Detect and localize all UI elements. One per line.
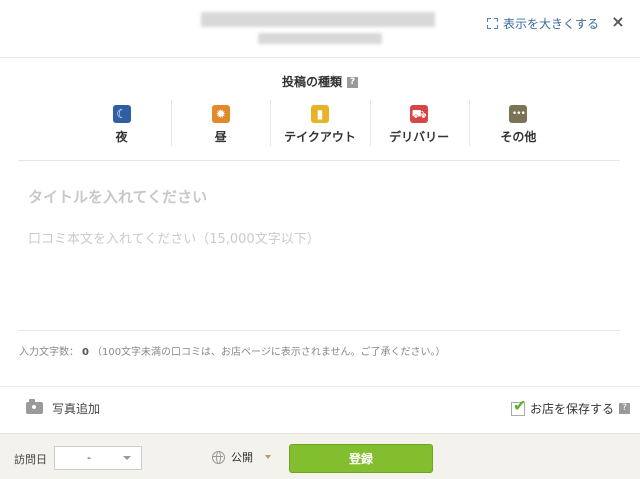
post-type-label: その他 <box>500 130 537 144</box>
save-store-label[interactable]: お店を保存する <box>530 400 614 417</box>
globe-icon <box>212 450 225 464</box>
add-photo-button[interactable]: 写真追加 <box>26 399 100 417</box>
chevron-down-icon <box>265 455 271 459</box>
save-store-checkbox[interactable]: ✔ <box>511 397 526 416</box>
blurred-store-name <box>201 12 435 27</box>
visit-date-label: 訪問日 <box>14 453 47 466</box>
post-type-title: 投稿の種類 <box>281 75 342 89</box>
expand-icon <box>487 17 498 29</box>
post-type-options: ☾ 夜 ✹ 昼 ▮ テイクアウト ⛟ デリバリー ••• その他 <box>72 98 568 150</box>
visibility-label: 公開 <box>231 451 253 464</box>
char-count-note: （100文字未満の口コミは、お店ページに表示されません。ご了承ください。） <box>91 347 446 358</box>
chevron-down-icon <box>123 456 131 460</box>
post-type-heading: 投稿の種類? <box>0 73 640 90</box>
post-type-label: デリバリー <box>389 130 450 144</box>
post-type-takeout[interactable]: ▮ テイクアウト <box>270 98 369 150</box>
visibility-dropdown[interactable]: 公開 <box>212 449 271 465</box>
delivery-icon: ⛟ <box>410 105 429 123</box>
review-title-input[interactable] <box>18 182 620 212</box>
divider <box>18 160 620 161</box>
help-icon[interactable]: ? <box>619 403 631 414</box>
moon-icon: ☾ <box>112 105 131 123</box>
checkmark-icon: ✔ <box>513 395 527 415</box>
help-icon[interactable]: ? <box>347 77 358 88</box>
review-body-textarea[interactable] <box>18 226 620 326</box>
close-icon[interactable]: × <box>609 13 627 31</box>
save-store-option: ✔ お店を保存する ? <box>511 397 631 417</box>
divider <box>0 386 640 387</box>
post-type-delivery[interactable]: ⛟ デリバリー <box>369 98 469 150</box>
divider <box>18 330 620 331</box>
more-dots-icon: ••• <box>509 105 528 123</box>
blurred-store-subtitle <box>258 33 382 44</box>
submit-button[interactable]: 登録 <box>289 444 433 473</box>
camera-icon <box>26 399 43 414</box>
takeout-bag-icon: ▮ <box>310 105 329 123</box>
post-type-night[interactable]: ☾ 夜 <box>72 98 171 150</box>
visit-date-select[interactable]: - <box>54 446 142 470</box>
post-type-label: テイクアウト <box>284 130 356 144</box>
post-type-label: 夜 <box>115 130 128 144</box>
dialog-footer: 訪問日 - 公開 登録 <box>0 433 640 479</box>
char-count-label: 入力文字数： <box>19 347 79 358</box>
visit-date-value: - <box>87 451 91 464</box>
post-type-day[interactable]: ✹ 昼 <box>171 98 270 150</box>
sun-icon: ✹ <box>211 105 230 123</box>
char-count: 入力文字数： 0 （100文字未満の口コミは、お店ページに表示されません。ご了承くだ… <box>19 343 446 358</box>
char-count-value: 0 <box>82 347 89 358</box>
expand-view-button[interactable]: 表示を大きくする <box>487 14 599 32</box>
dialog-header: 表示を大きくする × <box>0 0 640 58</box>
post-type-label: 昼 <box>214 130 227 144</box>
post-type-other[interactable]: ••• その他 <box>468 98 568 150</box>
add-photo-label: 写真追加 <box>52 401 101 416</box>
expand-view-label: 表示を大きくする <box>503 16 600 31</box>
